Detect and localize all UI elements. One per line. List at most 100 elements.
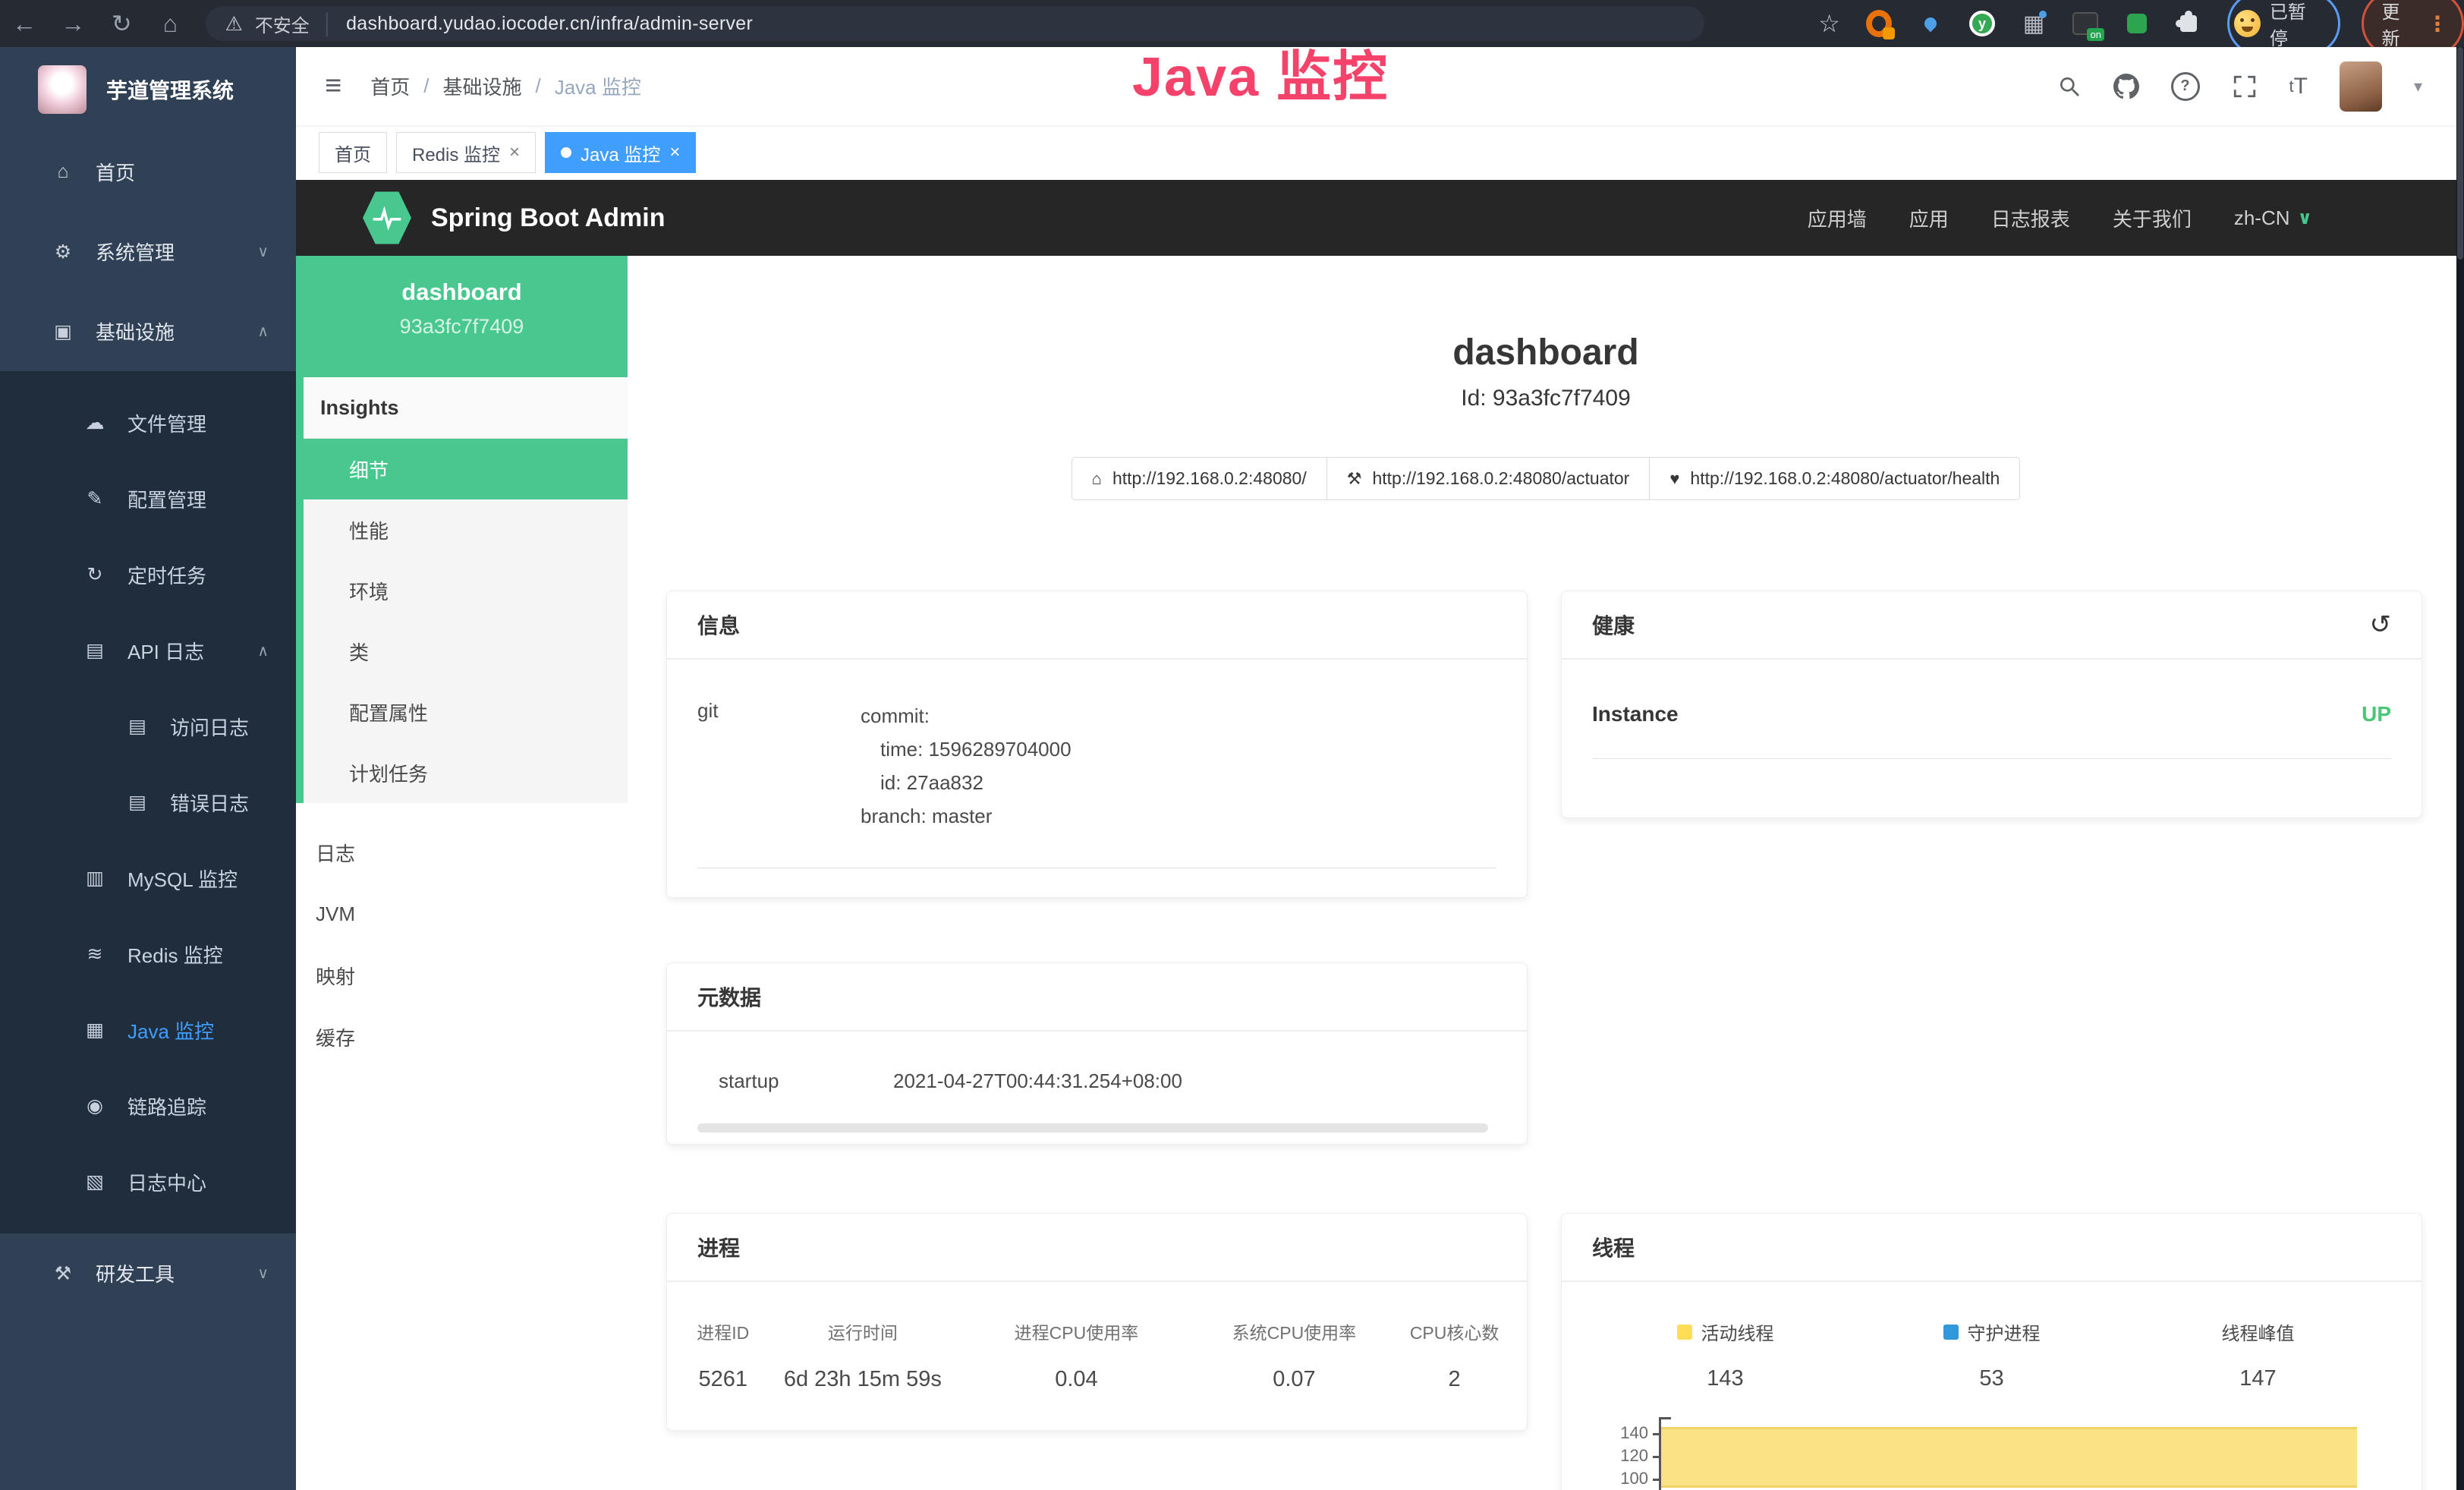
sidebar-item-file-mgmt[interactable]: ☁ 文件管理 (0, 385, 296, 461)
sba-item-details[interactable]: 细节 (304, 439, 628, 499)
sidebar-item-error-logs[interactable]: ▤ 错误日志 (0, 764, 296, 840)
avatar-caret-icon[interactable]: ▾ (2414, 77, 2422, 96)
sidebar-item-config-mgmt[interactable]: ✎ 配置管理 (0, 461, 296, 537)
tab-home[interactable]: 首页 (319, 132, 387, 173)
sba-nav-applications[interactable]: 应用 (1909, 204, 1949, 232)
hamburger-icon[interactable]: ≡ (325, 70, 341, 102)
chart-plot-area (1659, 1417, 2357, 1490)
y-tick-mark (1653, 1456, 1659, 1458)
bookmark-star-icon[interactable]: ☆ (1818, 9, 1840, 38)
sba-item-config-props[interactable]: 配置属性 (304, 682, 628, 742)
sidebar-item-dev-tools[interactable]: ⚒ 研发工具 ∨ (0, 1233, 296, 1313)
extensions-puzzle-icon[interactable] (2176, 11, 2201, 36)
search-icon[interactable] (2057, 74, 2082, 99)
app-logo-row[interactable]: 芋道管理系统 (0, 47, 296, 132)
breadcrumb-infrastructure[interactable]: 基础设施 (442, 72, 521, 100)
scrollbar-thumb[interactable] (2457, 47, 2463, 260)
sba-item-metrics[interactable]: 性能 (304, 499, 628, 560)
git-time-line: time: 1596289704000 (861, 732, 1072, 766)
breadcrumb-home[interactable]: 首页 (370, 72, 410, 100)
timer-icon: ↻ (82, 563, 108, 586)
instance-id: 93a3fc7f7409 (296, 315, 628, 339)
github-icon[interactable] (2113, 74, 2139, 99)
instance-links: ⌂ http://192.168.0.2:48080/ ⚒ http://192… (628, 457, 2464, 500)
browser-forward-icon[interactable]: → (49, 10, 97, 38)
card-title: 健康 (1592, 610, 1635, 640)
health-label: Instance (1592, 702, 1679, 726)
extension-green-icon[interactable] (2124, 11, 2150, 36)
column-header-uptime: 运行时间 (760, 1318, 965, 1344)
user-avatar[interactable] (2340, 61, 2382, 112)
sba-item-caches[interactable]: 缓存 (296, 1006, 628, 1068)
sba-item-scheduled-tasks[interactable]: 计划任务 (304, 742, 628, 803)
card-title: 线程 (1592, 1232, 1635, 1262)
sidebar-item-access-logs[interactable]: ▤ 访问日志 (0, 688, 296, 764)
sba-logo-icon (363, 191, 411, 245)
sidebar-item-system-mgmt[interactable]: ⚙ 系统管理 ∨ (0, 212, 296, 291)
tab-java-monitor[interactable]: Java 监控 × (545, 132, 696, 173)
system-cpu-value: 0.07 (1188, 1367, 1402, 1392)
sba-brand-title[interactable]: Spring Boot Admin (431, 203, 665, 233)
sidebar-item-label: 链路追踪 (127, 1092, 206, 1120)
sidebar-item-infrastructure[interactable]: ▣ 基础设施 ∧ (0, 291, 296, 371)
sba-item-environment[interactable]: 环境 (304, 560, 628, 621)
sba-locale-select[interactable]: zh-CN ∨ (2234, 206, 2312, 230)
actuator-url-button[interactable]: ⚒ http://192.168.0.2:48080/actuator (1326, 457, 1651, 500)
tab-label: Java 监控 (581, 140, 660, 166)
app-logo-avatar (38, 65, 87, 114)
home-icon: ⌂ (50, 161, 76, 183)
tab-dot (561, 147, 571, 158)
health-row-instance[interactable]: Instance UP (1592, 702, 2391, 759)
help-icon[interactable]: ? (2171, 72, 2200, 101)
tab-label: 首页 (335, 140, 371, 166)
close-icon[interactable]: × (509, 142, 520, 163)
extension-on-icon[interactable]: on (2072, 11, 2098, 36)
browser-back-icon[interactable]: ← (0, 10, 49, 38)
browser-home-icon[interactable]: ⌂ (146, 10, 194, 38)
java-monitor-icon: ▦ (82, 1019, 108, 1041)
tab-redis-monitor[interactable]: Redis 监控 × (396, 132, 536, 173)
sidebar-item-trace[interactable]: ◉ 链路追踪 (0, 1068, 296, 1144)
sba-item-classes[interactable]: 类 (304, 621, 628, 682)
fullscreen-icon[interactable] (2232, 74, 2258, 99)
close-icon[interactable]: × (669, 142, 680, 163)
insights-group: Insights 细节 性能 环境 类 配置属性 计划任务 (296, 377, 628, 803)
service-url-button[interactable]: ⌂ http://192.168.0.2:48080/ (1072, 457, 1327, 500)
health-url-button[interactable]: ♥ http://192.168.0.2:48080/actuator/heal… (1649, 457, 2020, 500)
sidebar-item-log-center[interactable]: ▧ 日志中心 (0, 1144, 296, 1220)
extension-orange-icon[interactable] (1866, 11, 1892, 36)
sba-item-logfile[interactable]: 日志 (296, 822, 628, 884)
font-size-icon[interactable]: tT (2289, 74, 2308, 99)
info-card-body: git commit: time: 1596289704000 id: 27aa… (667, 660, 1527, 868)
sba-nav-wallboard[interactable]: 应用墙 (1808, 204, 1867, 232)
history-icon[interactable]: ↺ (2370, 610, 2392, 640)
extension-grid-icon[interactable]: ▦ (2021, 11, 2047, 36)
peak-threads-value: 147 (2125, 1366, 2391, 1391)
browser-scrollbar[interactable] (2456, 47, 2464, 1490)
sba-item-jvm[interactable]: JVM (296, 884, 628, 945)
instance-header[interactable]: dashboard 93a3fc7f7409 (296, 256, 628, 377)
process-cpu-value: 0.04 (965, 1367, 1187, 1392)
sidebar-item-api-logs[interactable]: ▤ API 日志 ∧ (0, 613, 296, 688)
sidebar-item-scheduled-tasks[interactable]: ↻ 定时任务 (0, 537, 296, 613)
log-icon: ▤ (124, 791, 150, 814)
main-area: ≡ 首页 / 基础设施 / Java 监控 ? tT (296, 47, 2464, 1490)
browser-refresh-icon[interactable]: ↻ (97, 9, 146, 38)
extension-y-icon[interactable]: y (1969, 11, 1995, 36)
profile-emoji-icon (2234, 10, 2261, 37)
threads-legend: 活动线程 守护进程 线程峰值 (1592, 1318, 2391, 1345)
sba-item-mappings[interactable]: 映射 (296, 945, 628, 1006)
sidebar-item-mysql-monitor[interactable]: ▥ MySQL 监控 (0, 840, 296, 916)
sba-nav-journal[interactable]: 日志报表 (1991, 204, 2070, 232)
sidebar-item-label: 文件管理 (127, 409, 206, 437)
sidebar-item-home[interactable]: ⌂ 首页 (0, 132, 296, 212)
sidebar-item-java-monitor[interactable]: ▦ Java 监控 (0, 992, 296, 1068)
redis-icon: ≋ (82, 943, 108, 966)
sidebar-item-redis-monitor[interactable]: ≋ Redis 监控 (0, 916, 296, 992)
address-bar[interactable]: ⚠ 不安全 │ dashboard.yudao.iocoder.cn/infra… (206, 6, 1705, 41)
sba-nav-about[interactable]: 关于我们 (2113, 204, 2192, 232)
extension-pin-icon[interactable] (1918, 11, 1943, 36)
horizontal-scrollbar[interactable] (697, 1123, 1488, 1132)
sba-nav: 应用墙 应用 日志报表 关于我们 zh-CN ∨ (1808, 204, 2312, 232)
browser-menu-kebab-icon[interactable]: ⋮ (2427, 11, 2448, 36)
